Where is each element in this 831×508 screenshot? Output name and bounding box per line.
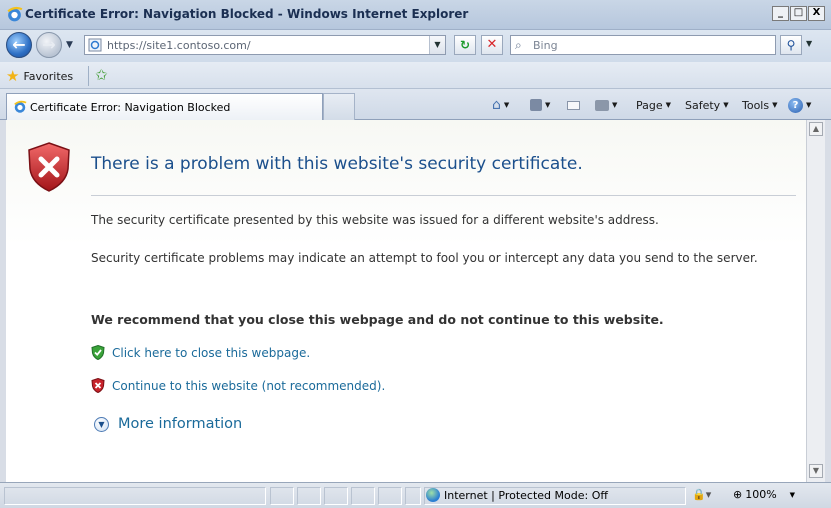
help-icon: ?	[788, 97, 803, 113]
vertical-scrollbar[interactable]: ▲ ▼	[806, 120, 825, 482]
red-shield-x-icon	[28, 142, 70, 192]
address-dropdown-icon[interactable]: ▼	[429, 36, 445, 54]
new-tab-button[interactable]	[323, 93, 355, 120]
status-text-area	[4, 487, 266, 505]
favorites-star-icon: ★	[6, 66, 20, 85]
ie-logo-icon	[7, 6, 23, 22]
rss-feed-icon	[530, 99, 542, 111]
zoom-control[interactable]: ⊕ 100% ▼	[733, 488, 795, 501]
close-webpage-link-text[interactable]: Click here to close this webpage.	[112, 346, 310, 360]
close-webpage-link[interactable]: Click here to close this webpage.	[91, 345, 310, 360]
search-icon: ⚲	[786, 38, 796, 52]
favorites-label: Favorites	[23, 69, 74, 83]
back-button[interactable]: ←	[6, 32, 32, 58]
more-information-text[interactable]: More information	[118, 416, 242, 432]
expand-chevron-icon: ▼	[94, 416, 109, 432]
security-warning-text: Security certificate problems may indica…	[91, 251, 758, 265]
zoom-level: 100%	[745, 488, 777, 501]
protected-mode-lock-dropdown-icon[interactable]: 🔒▾	[692, 488, 711, 501]
close-window-button[interactable]: X	[808, 6, 825, 21]
tools-menu-label: Tools	[742, 98, 770, 112]
window-controls: _ □ X	[772, 6, 825, 21]
status-pane	[324, 487, 348, 505]
favorites-bar: ★ Favorites ✩	[0, 62, 831, 89]
zoom-magnifier-icon: ⊕	[733, 488, 743, 501]
forward-button[interactable]: →	[36, 32, 62, 58]
stop-button[interactable]: ✕	[481, 35, 503, 55]
forward-arrow-icon: →	[42, 35, 56, 54]
status-pane	[378, 487, 402, 505]
search-button[interactable]: ⚲	[780, 35, 802, 55]
continue-link-text[interactable]: Continue to this website (not recommende…	[112, 379, 385, 393]
status-pane	[351, 487, 375, 505]
red-shield-x-small-icon	[91, 378, 105, 393]
home-icon: ⌂	[492, 97, 501, 113]
page-dropdown-icon: ▼	[665, 101, 672, 109]
help-dropdown-icon: ▼	[806, 101, 812, 109]
page-menu[interactable]: Page ▼	[636, 96, 671, 114]
status-pane	[297, 487, 321, 505]
page-title: There is a problem with this website's s…	[91, 154, 583, 174]
status-bar: Internet | Protected Mode: Off 🔒▾ ⊕ 100%…	[0, 482, 831, 508]
navigation-bar: ← → ▼ https://site1.contoso.com/ ▼ ↻ ✕ ⌕…	[0, 30, 831, 62]
stop-icon: ✕	[486, 37, 498, 52]
certificate-mismatch-text: The security certificate presented by th…	[91, 213, 659, 227]
print-dropdown-icon: ▼	[612, 101, 618, 109]
minimize-button[interactable]: _	[772, 6, 789, 21]
safety-menu[interactable]: Safety ▼	[685, 96, 729, 114]
safety-menu-label: Safety	[685, 98, 721, 112]
read-mail-button[interactable]	[567, 96, 580, 114]
add-to-favorites-bar-icon[interactable]: ✩	[95, 66, 108, 84]
feeds-dropdown-icon: ▼	[545, 101, 551, 109]
security-zone[interactable]: Internet | Protected Mode: Off	[426, 488, 608, 502]
security-zone-text: Internet | Protected Mode: Off	[444, 488, 608, 502]
internet-zone-globe-icon	[426, 488, 440, 502]
title-bar: Certificate Error: Navigation Blocked - …	[0, 0, 831, 30]
tab-label: Certificate Error: Navigation Blocked	[30, 101, 231, 114]
tools-menu[interactable]: Tools ▼	[742, 96, 778, 114]
home-dropdown-icon: ▼	[503, 101, 510, 109]
search-provider-icon: ⌕	[515, 38, 522, 52]
refresh-icon: ↻	[459, 38, 471, 52]
title-divider	[91, 195, 796, 196]
more-information-toggle[interactable]: ▼ More information	[94, 416, 242, 432]
continue-to-website-link[interactable]: Continue to this website (not recommende…	[91, 378, 385, 393]
zoom-dropdown-icon: ▼	[789, 490, 796, 499]
page-icon	[88, 38, 102, 52]
mail-icon	[567, 100, 580, 110]
compatibility-refresh-button[interactable]: ↻	[454, 35, 476, 55]
search-options-dropdown-icon[interactable]: ▼	[806, 39, 812, 48]
window-title: Certificate Error: Navigation Blocked - …	[25, 7, 469, 21]
print-button[interactable]: ▼	[595, 96, 617, 114]
maximize-button[interactable]: □	[790, 6, 807, 21]
page-menu-label: Page	[636, 98, 663, 112]
recommendation-text: We recommend that you close this webpage…	[91, 312, 664, 327]
green-shield-check-icon	[91, 345, 105, 360]
home-button[interactable]: ⌂ ▼	[492, 96, 509, 114]
status-pane	[270, 487, 294, 505]
favorites-separator	[88, 66, 89, 86]
tab-certificate-error[interactable]: Certificate Error: Navigation Blocked	[6, 93, 323, 120]
favorites-button[interactable]: ★ Favorites	[6, 66, 73, 86]
scroll-up-arrow-icon[interactable]: ▲	[809, 122, 823, 136]
search-placeholder[interactable]: Bing	[533, 39, 558, 52]
tools-dropdown-icon: ▼	[772, 101, 778, 109]
status-pane	[405, 487, 421, 505]
page-content: There is a problem with this website's s…	[6, 120, 806, 482]
recent-pages-dropdown-icon[interactable]: ▼	[66, 40, 73, 50]
search-box[interactable]: ⌕ Bing	[510, 35, 776, 55]
address-url[interactable]: https://site1.contoso.com/	[107, 39, 251, 52]
ie-tab-icon	[14, 100, 27, 113]
feeds-button[interactable]: ▼	[530, 96, 550, 114]
printer-icon	[595, 99, 609, 111]
safety-dropdown-icon: ▼	[723, 101, 729, 109]
scroll-down-arrow-icon[interactable]: ▼	[809, 464, 823, 478]
help-button[interactable]: ? ▼	[788, 96, 811, 114]
address-bar[interactable]: https://site1.contoso.com/ ▼	[84, 35, 446, 55]
back-arrow-icon: ←	[12, 35, 26, 54]
